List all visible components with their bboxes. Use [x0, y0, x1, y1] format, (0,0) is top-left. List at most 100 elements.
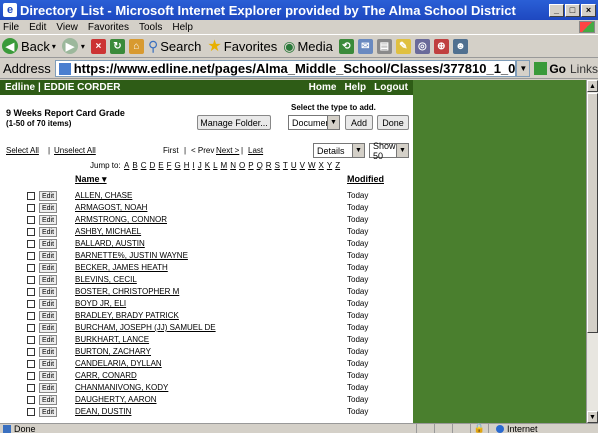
menu-file[interactable]: File — [3, 22, 19, 33]
jump-letter-a[interactable]: A — [124, 161, 129, 170]
jump-letter-k[interactable]: K — [205, 161, 210, 170]
menu-tools[interactable]: Tools — [139, 22, 162, 33]
edit-button[interactable]: Edit — [39, 251, 57, 261]
go-button[interactable]: Go — [534, 62, 566, 76]
back-dropdown-icon[interactable]: ▾ — [52, 42, 56, 51]
jump-letter-n[interactable]: N — [230, 161, 236, 170]
jump-letter-b[interactable]: B — [132, 161, 137, 170]
student-name-link[interactable]: BECKER, JAMES HEATH — [75, 263, 168, 272]
edit-button[interactable]: Edit — [39, 299, 57, 309]
jump-letter-s[interactable]: S — [275, 161, 280, 170]
address-field[interactable]: https://www.edline.net/pages/Alma_Middle… — [54, 60, 517, 77]
back-button[interactable]: ◀ Back ▾ — [2, 38, 56, 54]
jump-letter-q[interactable]: Q — [257, 161, 263, 170]
row-checkbox[interactable] — [27, 276, 35, 284]
scroll-thumb[interactable] — [587, 93, 598, 333]
row-checkbox[interactable] — [27, 396, 35, 404]
student-name-link[interactable]: BOSTER, CHRISTOPHER M — [75, 287, 179, 296]
student-name-link[interactable]: BURTON, ZACHARY — [75, 347, 151, 356]
jump-letter-x[interactable]: X — [319, 161, 324, 170]
jump-letter-z[interactable]: Z — [335, 161, 340, 170]
edit-button[interactable]: Edit — [39, 191, 57, 201]
student-name-link[interactable]: DAUGHERTY, AARON — [75, 395, 157, 404]
jump-letter-u[interactable]: U — [291, 161, 297, 170]
row-checkbox[interactable] — [27, 312, 35, 320]
media-button[interactable]: ◉ Media — [283, 38, 333, 55]
edit-button[interactable]: Edit — [39, 215, 57, 225]
jump-letter-h[interactable]: H — [184, 161, 190, 170]
edit-button[interactable]: Edit — [39, 287, 57, 297]
row-checkbox[interactable] — [27, 264, 35, 272]
row-checkbox[interactable] — [27, 336, 35, 344]
jump-letter-e[interactable]: E — [158, 161, 163, 170]
edline-brand[interactable]: Edline — [5, 82, 35, 93]
jump-letter-t[interactable]: T — [283, 161, 288, 170]
row-checkbox[interactable] — [27, 372, 35, 380]
done-button[interactable]: Done — [377, 115, 409, 130]
refresh-icon[interactable]: ↻ — [109, 38, 125, 54]
jump-letter-o[interactable]: O — [239, 161, 245, 170]
edit-button[interactable]: Edit — [39, 347, 57, 357]
edit-button[interactable]: Edit — [39, 395, 57, 405]
row-checkbox[interactable] — [27, 252, 35, 260]
jump-letter-v[interactable]: V — [300, 161, 305, 170]
row-checkbox[interactable] — [27, 288, 35, 296]
student-name-link[interactable]: BALLARD, AUSTIN — [75, 239, 145, 248]
jump-letter-g[interactable]: G — [174, 161, 180, 170]
edit-button[interactable]: Edit — [39, 203, 57, 213]
edit-button[interactable]: Edit — [39, 383, 57, 393]
favorites-button[interactable]: ★ Favorites — [207, 36, 277, 56]
show-count-select[interactable]: Show 50 ▼ — [369, 141, 409, 161]
search-button[interactable]: ⚲ Search — [148, 38, 201, 55]
unselect-all-link[interactable]: Unselect All — [54, 146, 96, 155]
scroll-up-icon[interactable]: ▲ — [587, 80, 598, 92]
edit-button[interactable]: Edit — [39, 407, 57, 417]
forward-dropdown-icon[interactable]: ▾ — [81, 42, 85, 51]
name-column-header[interactable]: Name ▾ — [75, 174, 107, 186]
edit-button[interactable]: Edit — [39, 311, 57, 321]
logout-link[interactable]: Logout — [374, 82, 408, 93]
edit-button[interactable]: Edit — [39, 335, 57, 345]
scroll-down-icon[interactable]: ▼ — [587, 411, 598, 423]
home-link[interactable]: Home — [309, 82, 337, 93]
student-name-link[interactable]: CARR, CONARD — [75, 371, 137, 380]
row-checkbox[interactable] — [27, 384, 35, 392]
history-icon[interactable]: ⟲ — [338, 38, 354, 54]
next-page-link[interactable]: Next > — [216, 146, 239, 155]
home-icon[interactable]: ⌂ — [128, 38, 144, 54]
student-name-link[interactable]: BRADLEY, BRADY PATRICK — [75, 311, 179, 320]
menu-help[interactable]: Help — [172, 22, 193, 33]
student-name-link[interactable]: BURCHAM, JOSEPH (JJ) SAMUEL DE — [75, 323, 216, 332]
maximize-button[interactable]: □ — [565, 3, 580, 17]
student-name-link[interactable]: ALLEN, CHASE — [75, 191, 132, 200]
edit-button[interactable]: Edit — [39, 275, 57, 285]
row-checkbox[interactable] — [27, 300, 35, 308]
print-icon[interactable]: ▤ — [376, 38, 392, 54]
menu-view[interactable]: View — [56, 22, 78, 33]
student-name-link[interactable]: BARNETTE%, JUSTIN WAYNE — [75, 251, 188, 260]
view-select[interactable]: Details ▼ — [313, 143, 365, 158]
jump-letter-p[interactable]: P — [248, 161, 253, 170]
messenger-icon[interactable]: ☻ — [452, 38, 468, 54]
row-checkbox[interactable] — [27, 228, 35, 236]
links-button[interactable]: Links — [570, 62, 598, 76]
vertical-scrollbar[interactable]: ▲ ▼ — [586, 80, 598, 423]
modified-column-header[interactable]: Modified — [347, 174, 384, 186]
edit-button[interactable]: Edit — [39, 323, 57, 333]
address-dropdown-icon[interactable]: ▼ — [516, 60, 531, 77]
row-checkbox[interactable] — [27, 192, 35, 200]
row-checkbox[interactable] — [27, 348, 35, 356]
student-name-link[interactable]: ARMSTRONG, CONNOR — [75, 215, 167, 224]
jump-letter-i[interactable]: I — [193, 161, 195, 170]
forward-button[interactable]: ▶ ▾ — [61, 38, 85, 54]
student-name-link[interactable]: CHANMANIVONG, KODY — [75, 383, 168, 392]
edit-button[interactable]: Edit — [39, 227, 57, 237]
jump-letter-f[interactable]: F — [167, 161, 172, 170]
research-icon[interactable]: ⊕ — [433, 38, 449, 54]
student-name-link[interactable]: BLEVINS, CECIL — [75, 275, 137, 284]
jump-letter-w[interactable]: W — [308, 161, 316, 170]
jump-letter-r[interactable]: R — [266, 161, 272, 170]
jump-letter-l[interactable]: L — [213, 161, 217, 170]
student-name-link[interactable]: CANDELARIA, DYLLAN — [75, 359, 162, 368]
student-name-link[interactable]: BURKHART, LANCE — [75, 335, 149, 344]
